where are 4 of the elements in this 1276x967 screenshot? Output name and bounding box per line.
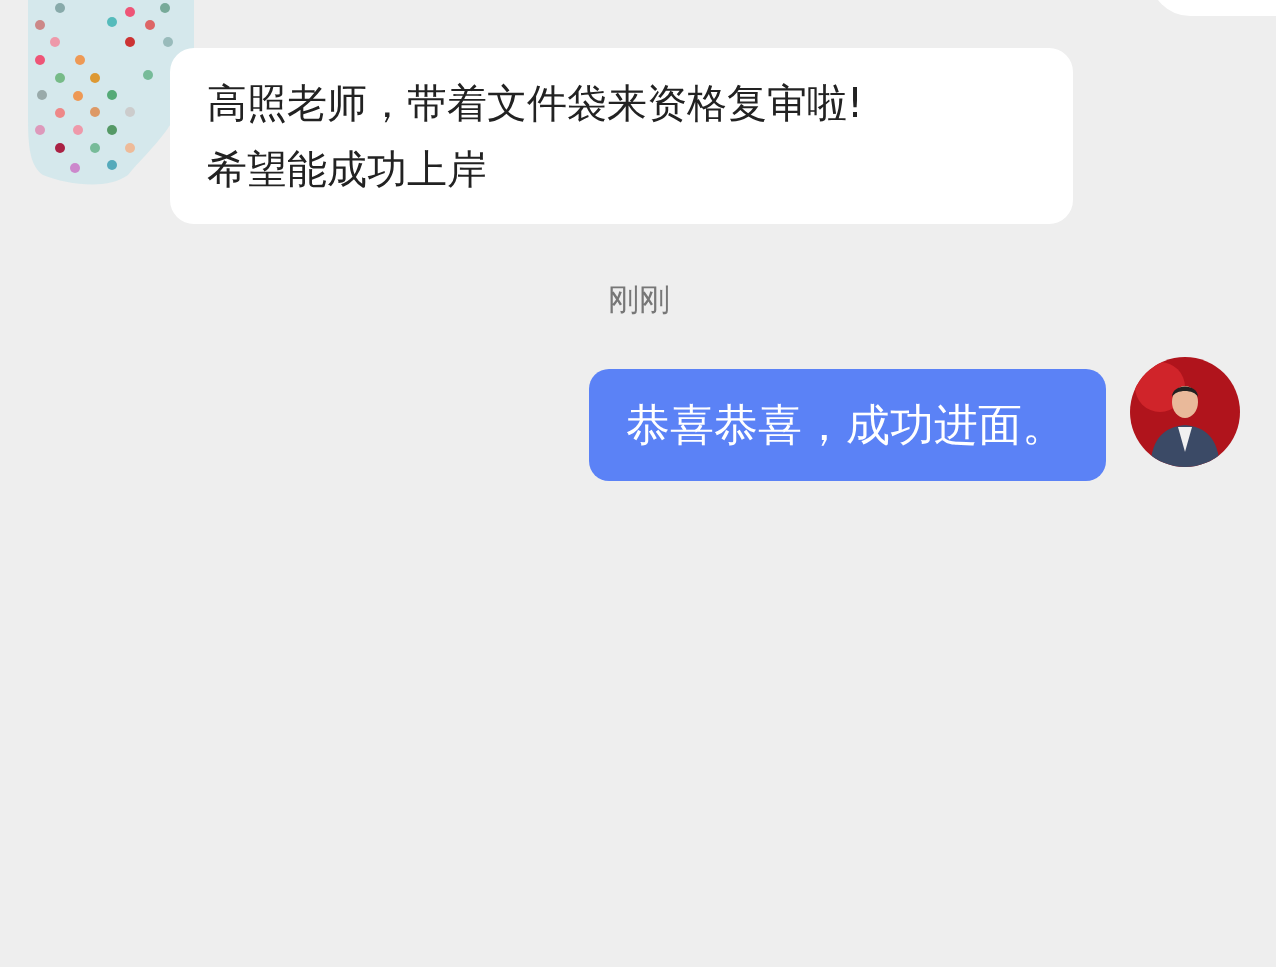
message-text: 希望能成功上岸 <box>207 145 488 194</box>
message-text: 恭喜恭喜，成功进面。 <box>626 397 1066 452</box>
message-text: 高照老师，带着文件袋来资格复审啦! <box>207 79 865 128</box>
timestamp: 刚刚 <box>608 280 670 319</box>
